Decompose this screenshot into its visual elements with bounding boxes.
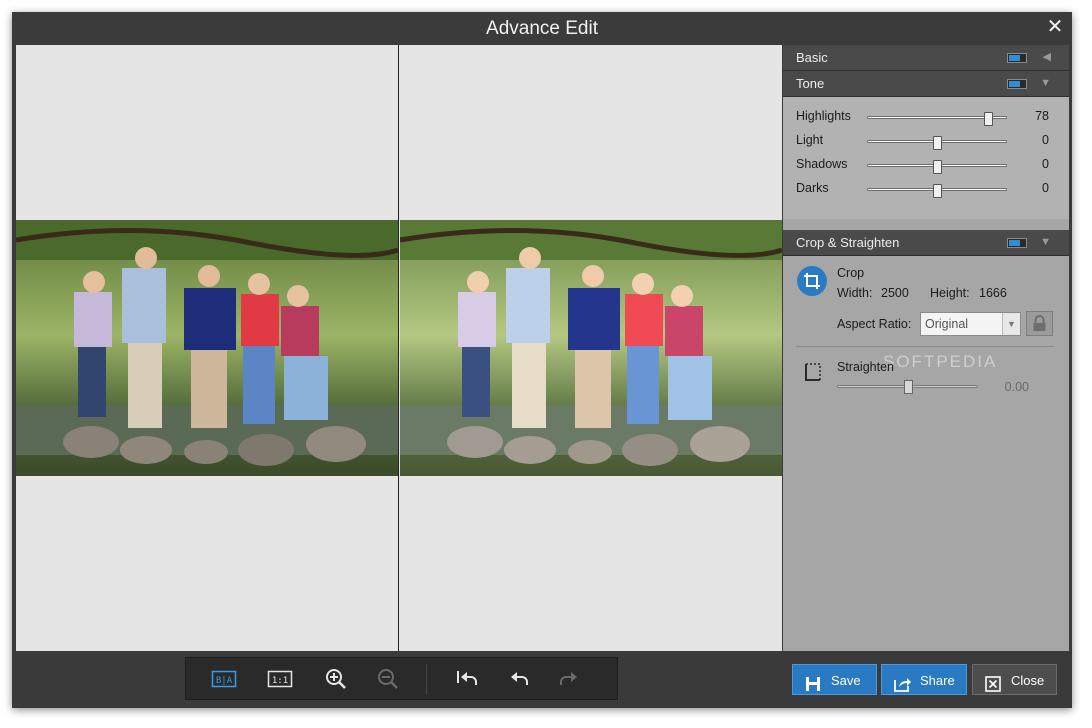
light-slider-row: Light 0	[783, 131, 1069, 151]
before-after-icon[interactable]: B|A	[211, 667, 237, 691]
actual-size-icon[interactable]: 1:1	[267, 667, 293, 691]
undo-icon[interactable]	[507, 667, 533, 691]
straighten-thumb[interactable]	[903, 380, 913, 394]
section-divider	[796, 346, 1054, 347]
light-thumb[interactable]	[933, 136, 942, 150]
basic-toggle[interactable]	[1007, 53, 1027, 63]
close-button[interactable]: Close	[972, 664, 1057, 695]
svg-text:B|A: B|A	[216, 676, 233, 686]
adjustments-panel: Basic ◀ Tone ▼ Highlights 78 Light 0 Sha…	[783, 45, 1069, 651]
advance-edit-window: Advance Edit ✕ Basic ◀ Tone ▼ Highlights…	[12, 12, 1072, 708]
crop-section-header[interactable]: Crop & Straighten ▼	[783, 230, 1069, 256]
bottom-bar: B|A 1:1 Save Share Close	[12, 651, 1072, 708]
zoom-in-icon[interactable]	[323, 667, 349, 691]
aspect-lock-button[interactable]	[1026, 311, 1053, 336]
before-pane	[16, 45, 398, 651]
share-button[interactable]: Share	[881, 664, 967, 695]
straighten-label: Straighten	[837, 360, 894, 374]
crop-icon[interactable]	[797, 266, 827, 296]
highlights-thumb[interactable]	[984, 112, 994, 126]
aspect-ratio-select[interactable]: Original ▼	[920, 312, 1021, 336]
close-box-icon	[985, 672, 1001, 703]
save-label: Save	[831, 673, 861, 688]
crop-width-value: 2500	[881, 286, 909, 300]
window-title: Advance Edit	[486, 18, 598, 39]
crop-height-label: Height:	[930, 286, 970, 300]
title-bar: Advance Edit ✕	[12, 12, 1072, 44]
collapse-left-icon[interactable]: ◀	[1043, 45, 1051, 70]
shadows-thumb[interactable]	[933, 160, 942, 174]
darks-value: 0	[1042, 181, 1049, 195]
tone-toggle[interactable]	[1007, 79, 1027, 89]
shadows-slider-row: Shadows 0	[783, 155, 1069, 175]
tone-section-label: Tone	[796, 76, 825, 91]
aspect-ratio-label: Aspect Ratio:	[837, 317, 912, 331]
share-label: Share	[920, 673, 955, 688]
highlights-slider[interactable]	[867, 112, 1007, 126]
redo-icon[interactable]	[555, 667, 581, 691]
zoom-out-icon[interactable]	[375, 667, 401, 691]
light-label: Light	[796, 133, 824, 147]
crop-height-value: 1666	[979, 286, 1007, 300]
crop-width-label: Width:	[837, 286, 873, 300]
share-icon	[894, 672, 912, 703]
preview-canvas	[16, 45, 782, 651]
straighten-value: 0.00	[1004, 380, 1029, 394]
after-photo	[400, 220, 782, 476]
aspect-ratio-value: Original	[925, 317, 969, 331]
darks-slider[interactable]	[867, 184, 1007, 198]
after-pane	[400, 45, 782, 651]
crop-controls: Crop Width: 2500 Height: 1666 Aspect Rat…	[783, 256, 1069, 651]
straighten-slider[interactable]	[837, 380, 978, 394]
straighten-icon	[803, 361, 825, 383]
save-button[interactable]: Save	[792, 664, 877, 695]
lock-icon	[1033, 315, 1046, 331]
shadows-label: Shadows	[796, 157, 848, 171]
toolbar-separator	[426, 664, 427, 695]
shadows-value: 0	[1042, 157, 1049, 171]
darks-slider-row: Darks 0	[783, 179, 1069, 199]
split-divider[interactable]	[398, 45, 399, 651]
close-label: Close	[1011, 673, 1045, 688]
crop-toggle[interactable]	[1007, 238, 1027, 248]
shadows-slider[interactable]	[867, 160, 1007, 174]
expand-down-icon[interactable]: ▼	[1040, 71, 1051, 96]
before-photo	[16, 220, 398, 476]
highlights-slider-row: Highlights 78	[783, 107, 1069, 127]
crop-section-label: Crop & Straighten	[796, 235, 900, 250]
light-slider[interactable]	[867, 136, 1007, 150]
close-icon[interactable]: ✕	[1044, 16, 1066, 38]
basic-section-label: Basic	[796, 50, 828, 65]
undo-all-icon[interactable]	[455, 667, 481, 691]
darks-thumb[interactable]	[933, 184, 942, 198]
view-toolbar: B|A 1:1	[185, 657, 618, 700]
save-icon	[805, 672, 821, 703]
tone-controls: Highlights 78 Light 0 Shadows 0 Darks 0	[783, 97, 1069, 219]
svg-text:1:1: 1:1	[272, 676, 288, 686]
basic-section-header[interactable]: Basic ◀	[783, 45, 1069, 71]
darks-label: Darks	[796, 181, 829, 195]
expand-down-icon[interactable]: ▼	[1040, 230, 1051, 255]
highlights-label: Highlights	[796, 109, 851, 123]
chevron-down-icon[interactable]: ▼	[1002, 313, 1020, 335]
light-value: 0	[1042, 133, 1049, 147]
tone-section-header[interactable]: Tone ▼	[783, 71, 1069, 97]
crop-title: Crop	[837, 266, 865, 280]
watermark-text: SOFTPEDIA	[883, 352, 998, 371]
highlights-value: 78	[1035, 109, 1049, 123]
